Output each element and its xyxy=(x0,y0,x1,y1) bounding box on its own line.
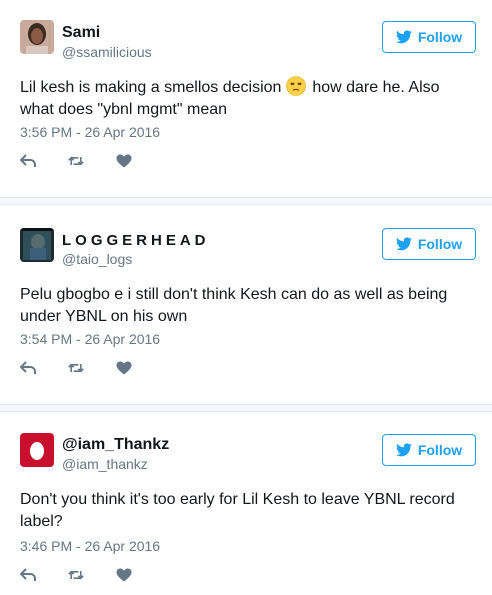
display-name[interactable]: LOGGERHEAD xyxy=(62,232,210,249)
tweet-text: Lil kesh is making a smellos decision ho… xyxy=(20,76,472,121)
twitter-bird-icon xyxy=(395,237,412,251)
follow-button[interactable]: Follow xyxy=(382,21,476,53)
avatar[interactable] xyxy=(20,433,54,467)
retweet-icon[interactable] xyxy=(68,567,84,583)
retweet-icon[interactable] xyxy=(68,153,84,169)
avatar[interactable] xyxy=(20,20,54,54)
reply-icon[interactable] xyxy=(20,153,36,169)
timestamp[interactable]: 3:46 PM - 26 Apr 2016 xyxy=(20,538,160,554)
timestamp[interactable]: 3:56 PM - 26 Apr 2016 xyxy=(20,124,160,140)
tweet-text-part: Lil kesh is making a smellos decision xyxy=(20,79,286,96)
like-icon[interactable] xyxy=(116,360,132,376)
user-handle[interactable]: @taio_logs xyxy=(62,251,132,267)
follow-button[interactable]: Follow xyxy=(382,228,476,260)
display-name[interactable]: @iam_Thankz xyxy=(62,436,169,454)
twitter-bird-icon xyxy=(395,30,412,44)
timestamp[interactable]: 3:54 PM - 26 Apr 2016 xyxy=(20,331,160,347)
tweet-actions xyxy=(20,153,156,169)
twitter-bird-icon xyxy=(395,443,412,457)
reply-icon[interactable] xyxy=(20,360,36,376)
tweet-text: Pelu gbogbo e i still don't think Kesh c… xyxy=(20,286,448,325)
display-name[interactable]: Sami xyxy=(62,24,100,42)
retweet-icon[interactable] xyxy=(68,360,84,376)
tweet-text: Don't you think it's too early for Lil K… xyxy=(20,491,455,530)
avatar[interactable] xyxy=(20,228,54,262)
tweet-actions xyxy=(20,360,156,376)
unamused-face-emoji xyxy=(286,76,306,96)
reply-icon[interactable] xyxy=(20,567,36,583)
like-icon[interactable] xyxy=(116,153,132,169)
follow-label: Follow xyxy=(417,29,463,45)
tweet-actions xyxy=(20,567,156,583)
user-handle[interactable]: @ssamilicious xyxy=(62,44,152,60)
follow-label: Follow xyxy=(417,236,463,252)
user-handle[interactable]: @iam_thankz xyxy=(62,456,148,472)
follow-label: Follow xyxy=(417,442,463,458)
tweet-separator xyxy=(0,197,492,205)
follow-button[interactable]: Follow xyxy=(382,434,476,466)
like-icon[interactable] xyxy=(116,567,132,583)
tweet-separator xyxy=(0,404,492,412)
